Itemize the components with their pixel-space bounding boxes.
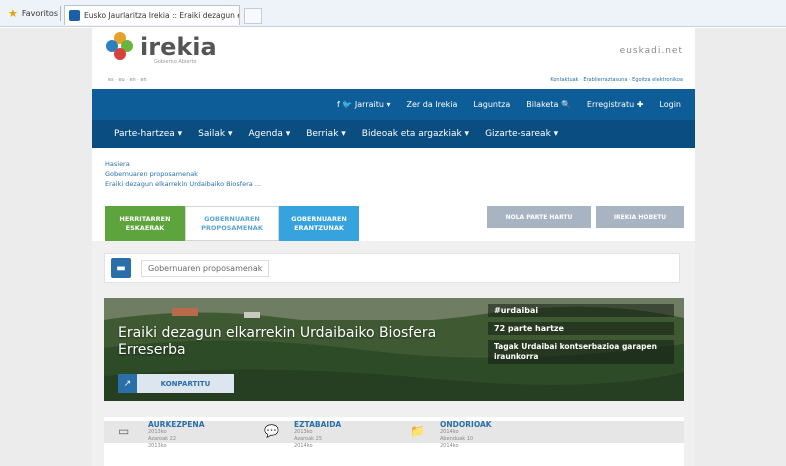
page-viewport: irekia Gobierno Abierto euskadi.net es ·… [0,28,786,466]
step-name: ONDORIOAK [440,420,492,429]
step-date-1: 2014ko [440,429,459,435]
nav-search[interactable]: Bilaketa 🔍 [526,100,571,109]
breadcrumb-current[interactable]: Eraiki dezagun elkarrekin Urdaibaiko Bio… [105,179,261,189]
step-date-3: 2014ko [294,443,313,449]
tab-citizen-requests[interactable]: HERRITARREN ESKAERAK [105,206,185,241]
presentation-board-icon: ▭ [118,424,130,438]
folder-icon: 📁 [410,424,425,438]
share-icon: ↗ [118,374,137,393]
main-nav-participation[interactable]: Parte-hartzea ▾ [114,129,182,139]
discussion-bubbles-icon: 💬 [264,424,279,438]
nav-follow[interactable]: f 🐦 Jarraitu ▾ [337,100,390,109]
tab-government-answers[interactable]: GOBERNUAREN ERANTZUNAK [279,206,359,241]
share-button[interactable]: ↗ KONPARTITU [118,374,234,393]
breadcrumb-home[interactable]: Hasiera [105,159,261,169]
main-nav-agenda[interactable]: Agenda ▾ [249,129,291,139]
main-nav: Parte-hartzea ▾ Sailak ▾ Agenda ▾ Berria… [92,120,695,148]
main-nav-social[interactable]: Gizarte-sareak ▾ [485,129,558,139]
nav-about[interactable]: Zer da Irekia [407,100,458,109]
irekia-logo[interactable]: irekia [106,32,217,62]
breadcrumb: Hasiera Gobernuaren proposamenak Eraiki … [105,159,261,189]
logo-mark-icon [106,32,134,62]
tag-list[interactable]: Tagak Urdaibai kontserbazioa garapen ira… [488,340,674,364]
how-to-participate-button[interactable]: NOLA PARTE HARTU [487,206,591,228]
nav-register[interactable]: Erregistratu ✚ [587,100,644,109]
step-conclusions[interactable]: 📁 ONDORIOAK 2014ko Abenduak 10 2014ko [410,420,580,450]
content-area: ▬ Gobernuaren proposamenak Eraiki dezagu… [92,241,695,466]
partner-logo-text: euskadi.net [619,46,683,56]
euskadi-net-logo[interactable]: euskadi.net [620,46,683,56]
browser-toolbar: ★ Favoritos Eusko Jaurlaritza Irekia :: … [0,0,786,27]
main-nav-departments[interactable]: Sailak ▾ [198,129,232,139]
new-tab-button[interactable] [244,8,262,24]
hashtag-label[interactable]: #urdaibai [488,304,674,317]
logo-subtitle: Gobierno Abierto [154,59,197,65]
proposal-info-box: #urdaibai 72 parte hartze Tagak Urdaibai… [488,304,674,374]
step-date-3: 2013ko [148,443,167,449]
participation-tabs: HERRITARREN ESKAERAK GOBERNUAREN PROPOSA… [105,206,359,241]
star-icon: ★ [8,6,18,20]
nav-login[interactable]: Login [659,100,681,109]
favorites-label: Favoritos [21,8,58,18]
logo-text: irekia [140,33,217,61]
toolbar-separator [60,6,61,21]
language-selector[interactable]: es · eu · en · en [108,77,147,83]
proposal-hero: Eraiki dezagun elkarrekin Urdaibaiko Bio… [104,298,684,401]
speech-bubble-icon: ▬ [111,258,131,278]
step-date-2: Abenduak 10 [440,436,474,442]
participation-count: 72 parte hartze [488,322,674,335]
breadcrumb-proposals[interactable]: Gobernuaren proposamenak [105,169,261,179]
utility-nav: f 🐦 Jarraitu ▾ Zer da Irekia Laguntza Bi… [92,89,695,120]
browser-tab[interactable]: Eusko Jaurlaritza Irekia :: Eraiki dezag… [64,5,240,25]
process-steps: ▭ AURKEZPENA 2013ko Azaroak 22 2013ko 💬 … [104,417,684,466]
section-header: ▬ Gobernuaren proposamenak [104,253,680,283]
tab-government-proposals[interactable]: GOBERNUAREN PROPOSAMENAK [185,206,279,241]
section-title: Gobernuaren proposamenak [141,259,270,277]
site-favicon-icon [69,10,80,21]
favorites-button[interactable]: ★ Favoritos [8,5,58,21]
nav-help[interactable]: Laguntza [473,100,510,109]
top-links[interactable]: Kontaktuak · Erabilerraztasuna · Egoitza… [550,77,683,83]
share-label: KONPARTITU [160,379,211,388]
step-date-3: 2014ko [440,443,459,449]
improve-irekia-button[interactable]: IREKIA HOBETU [596,206,684,228]
browser-tab-title: Eusko Jaurlaritza Irekia :: Eraiki dezag… [84,11,239,20]
proposal-title: Eraiki dezagun elkarrekin Urdaibaiko Bio… [118,325,437,358]
main-nav-news[interactable]: Berriak ▾ [306,129,346,139]
main-nav-media[interactable]: Bideoak eta argazkiak ▾ [362,129,469,139]
site-container: irekia Gobierno Abierto euskadi.net es ·… [92,28,695,466]
